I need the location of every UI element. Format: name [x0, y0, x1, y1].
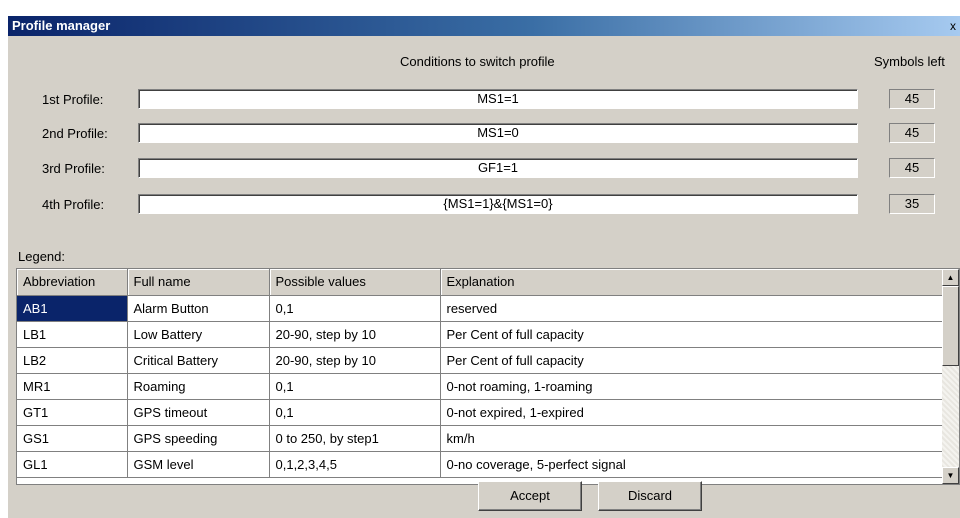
column-header-possible-values[interactable]: Possible values — [269, 269, 441, 296]
profile-manager-window: Profile manager x Conditions to switch p… — [8, 16, 960, 518]
table-row[interactable]: AB1 Alarm Button 0,1 reserved — [17, 295, 943, 322]
legend-header-row: Abbreviation Full name Possible values E… — [17, 269, 943, 296]
cell-full-name[interactable]: GSM level — [127, 451, 270, 478]
table-row[interactable]: GS1 GPS speeding 0 to 250, by step1 km/h — [17, 425, 943, 452]
table-row[interactable]: MR1 Roaming 0,1 0-not roaming, 1-roaming — [17, 373, 943, 400]
table-row[interactable]: LB1 Low Battery 20-90, step by 10 Per Cent … — [17, 321, 943, 348]
close-icon[interactable]: x — [950, 19, 960, 33]
profile-1-label: 1st Profile: — [42, 92, 104, 107]
table-row[interactable]: LB2 Critical Battery 20-90, step by 10 Per … — [17, 347, 943, 374]
cell-possible-values[interactable]: 0,1 — [269, 295, 441, 322]
legend-table: Abbreviation Full name Possible values E… — [17, 269, 943, 478]
cell-explanation[interactable]: Per Cent of full capacity — [440, 347, 943, 374]
profile-4-condition-input[interactable]: {MS1=1}&{MS1=0} — [138, 194, 858, 214]
legend-label: Legend: — [18, 249, 65, 264]
profile-3-condition-input[interactable]: GF1=1 — [138, 158, 858, 178]
cell-full-name[interactable]: GPS timeout — [127, 399, 270, 426]
cell-abbreviation[interactable]: GL1 — [17, 451, 128, 478]
cell-full-name[interactable]: Critical Battery — [127, 347, 270, 374]
cell-full-name[interactable]: GPS speeding — [127, 425, 270, 452]
column-header-full-name[interactable]: Full name — [127, 269, 270, 296]
profile-3-label: 3rd Profile: — [42, 161, 105, 176]
profile-4-symbols-left: 35 — [889, 194, 935, 214]
cell-full-name[interactable]: Low Battery — [127, 321, 270, 348]
vertical-scrollbar[interactable]: ▲ ▼ — [942, 269, 959, 484]
accept-button[interactable]: Accept — [478, 481, 582, 511]
cell-abbreviation[interactable]: GT1 — [17, 399, 128, 426]
scroll-up-arrow-icon[interactable]: ▲ — [942, 269, 959, 286]
cell-explanation[interactable]: 0-not expired, 1-expired — [440, 399, 943, 426]
cell-possible-values[interactable]: 0,1 — [269, 399, 441, 426]
symbols-left-header: Symbols left — [874, 54, 945, 69]
cell-explanation[interactable]: 0-no coverage, 5-perfect signal — [440, 451, 943, 478]
cell-full-name[interactable]: Roaming — [127, 373, 270, 400]
window-title: Profile manager — [12, 18, 111, 33]
cell-explanation[interactable]: km/h — [440, 425, 943, 452]
cell-explanation[interactable]: 0-not roaming, 1-roaming — [440, 373, 943, 400]
cell-possible-values[interactable]: 0 to 250, by step1 — [269, 425, 441, 452]
profile-2-label: 2nd Profile: — [42, 126, 108, 141]
cell-explanation[interactable]: reserved — [440, 295, 943, 322]
profile-1-symbols-left: 45 — [889, 89, 935, 109]
cell-abbreviation[interactable]: AB1 — [17, 295, 128, 322]
profile-2-condition-input[interactable]: MS1=0 — [138, 123, 858, 143]
column-header-explanation[interactable]: Explanation — [440, 269, 943, 296]
cell-possible-values[interactable]: 0,1,2,3,4,5 — [269, 451, 441, 478]
title-bar[interactable]: Profile manager x — [8, 16, 960, 36]
profile-1-condition-input[interactable]: MS1=1 — [138, 89, 858, 109]
legend-grid[interactable]: Abbreviation Full name Possible values E… — [16, 268, 960, 485]
profile-4-label: 4th Profile: — [42, 197, 105, 212]
cell-abbreviation[interactable]: GS1 — [17, 425, 128, 452]
cell-possible-values[interactable]: 20-90, step by 10 — [269, 321, 441, 348]
scrollbar-thumb[interactable] — [942, 286, 959, 366]
scroll-down-arrow-icon[interactable]: ▼ — [942, 467, 959, 484]
profile-3-symbols-left: 45 — [889, 158, 935, 178]
cell-abbreviation[interactable]: LB2 — [17, 347, 128, 374]
cell-explanation[interactable]: Per Cent of full capacity — [440, 321, 943, 348]
cell-possible-values[interactable]: 20-90, step by 10 — [269, 347, 441, 374]
cell-abbreviation[interactable]: LB1 — [17, 321, 128, 348]
table-row[interactable]: GL1 GSM level 0,1,2,3,4,5 0-no coverage, 5-… — [17, 451, 943, 478]
column-header-abbreviation[interactable]: Abbreviation — [17, 269, 128, 296]
cell-possible-values[interactable]: 0,1 — [269, 373, 441, 400]
cell-full-name[interactable]: Alarm Button — [127, 295, 270, 322]
profile-2-symbols-left: 45 — [889, 123, 935, 143]
cell-abbreviation[interactable]: MR1 — [17, 373, 128, 400]
discard-button[interactable]: Discard — [598, 481, 702, 511]
conditions-header: Conditions to switch profile — [400, 54, 555, 69]
table-row[interactable]: GT1 GPS timeout 0,1 0-not expired, 1-expire… — [17, 399, 943, 426]
